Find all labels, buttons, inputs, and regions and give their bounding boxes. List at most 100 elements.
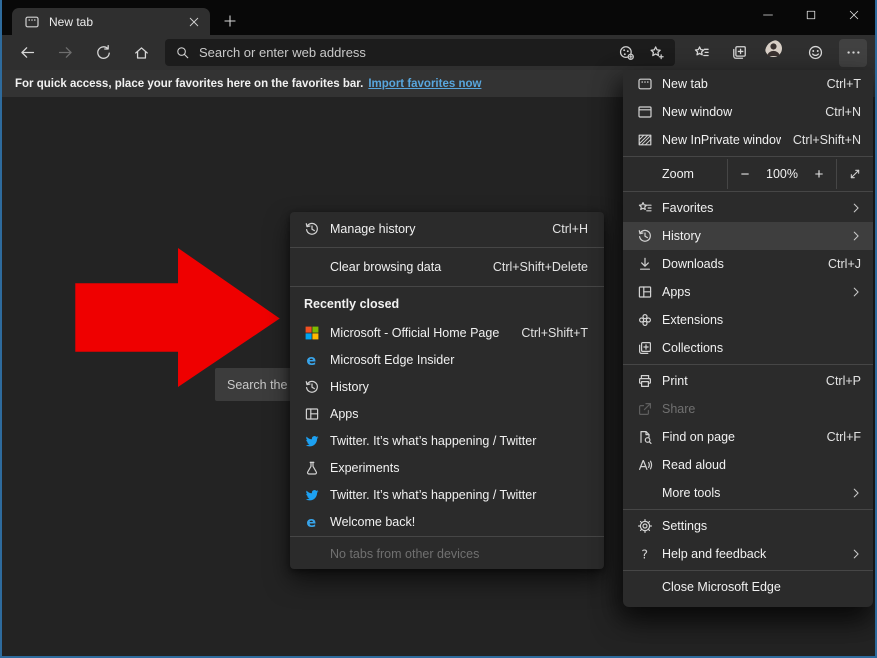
extensions-icon-slot — [637, 312, 653, 328]
menu-item-no-tabs-from-other-devices: No tabs from other devices — [290, 538, 604, 569]
menu-item-label: Microsoft Edge Insider — [330, 353, 588, 367]
help-icon: ? — [637, 546, 653, 562]
menu-item-close-microsoft-edge[interactable]: Close Microsoft Edge — [623, 573, 873, 601]
find-on-page-icon — [637, 429, 653, 445]
menu-item-clear-browsing-data[interactable]: Clear browsing dataCtrl+Shift+Delete — [290, 249, 604, 285]
fullscreen-button[interactable] — [837, 159, 873, 189]
menu-item-zoom: Zoom−100%+ — [623, 159, 873, 189]
home-icon — [133, 44, 150, 61]
menu-item-shortcut: Ctrl+Shift+N — [793, 133, 861, 147]
new-tab-button[interactable] — [220, 11, 240, 31]
menu-item-print[interactable]: PrintCtrl+P — [623, 367, 873, 395]
maximize-button[interactable] — [789, 0, 832, 30]
tab-close-icon[interactable] — [186, 14, 202, 30]
section-header-label: Recently closed — [304, 297, 399, 311]
section-header-recently-closed: Recently closed — [290, 288, 604, 319]
menu-item-shortcut: Ctrl+Shift+T — [521, 326, 588, 340]
zoom-in-button[interactable]: + — [802, 159, 836, 189]
chevron-right-icon — [849, 547, 863, 561]
twitter-icon — [304, 487, 320, 503]
favorites-button[interactable] — [687, 39, 715, 67]
zoom-out-button[interactable]: − — [728, 159, 762, 189]
inprivate-icon-slot — [637, 132, 653, 148]
tracking-prevention-icon[interactable] — [618, 44, 635, 61]
edge-logo-icon-slot: e — [304, 514, 320, 530]
menu-item-new-window[interactable]: New windowCtrl+N — [623, 98, 873, 126]
menu-item-apps[interactable]: Apps — [290, 400, 604, 427]
chevron-right-icon — [849, 285, 863, 299]
menu-separator — [623, 156, 873, 157]
minimize-button[interactable] — [746, 0, 789, 30]
menu-item-help-and-feedback[interactable]: ?Help and feedback — [623, 540, 873, 568]
settings-icon-slot — [637, 518, 653, 534]
search-icon — [175, 45, 190, 60]
menu-item-new-inprivate-window[interactable]: New InPrivate windowCtrl+Shift+N — [623, 126, 873, 154]
ms-logo-icon — [304, 325, 320, 341]
zoom-level: 100% — [762, 159, 802, 189]
collections-button[interactable] — [725, 39, 753, 67]
menu-item-extensions[interactable]: Extensions — [623, 306, 873, 334]
menu-item-more-tools[interactable]: More tools — [623, 479, 873, 507]
menu-item-favorites[interactable]: Favorites — [623, 194, 873, 222]
menu-item-history[interactable]: History — [290, 373, 604, 400]
menu-item-history[interactable]: History — [623, 222, 873, 250]
menu-item-settings[interactable]: Settings — [623, 512, 873, 540]
apps-icon — [637, 284, 653, 300]
menu-item-twitter-it-s-what-s-happening-twitter[interactable]: Twitter. It’s what’s happening / Twitter — [290, 427, 604, 454]
refresh-button[interactable] — [89, 39, 117, 67]
share-icon-slot — [637, 401, 653, 417]
address-bar[interactable]: Search or enter web address — [165, 39, 675, 66]
menu-item-label: Share — [662, 402, 861, 416]
menu-item-microsoft-official-home-page[interactable]: Microsoft - Official Home PageCtrl+Shift… — [290, 319, 604, 346]
menu-item-new-tab[interactable]: New tab Ctrl+T — [623, 70, 873, 98]
menu-item-downloads[interactable]: DownloadsCtrl+J — [623, 250, 873, 278]
menu-item-twitter-it-s-what-s-happening-twitter[interactable]: Twitter. It’s what’s happening / Twitter — [290, 481, 604, 508]
zoom-label: Zoom — [623, 159, 727, 189]
back-button[interactable] — [13, 39, 41, 67]
feedback-smiley-button[interactable] — [801, 39, 829, 67]
icon-spacer — [304, 259, 320, 275]
menu-item-collections[interactable]: Collections — [623, 334, 873, 362]
settings-and-more-button[interactable] — [839, 39, 867, 67]
menu-item-microsoft-edge-insider[interactable]: eMicrosoft Edge Insider — [290, 346, 604, 373]
menu-item-label: Apps — [662, 285, 849, 299]
tab-new-tab[interactable]: New tab — [12, 8, 210, 35]
find-on-page-icon-slot — [637, 429, 653, 445]
history-icon-slot — [304, 221, 320, 237]
close-x-icon — [188, 16, 200, 28]
menu-item-apps[interactable]: Apps — [623, 278, 873, 306]
apps-icon-slot — [304, 406, 320, 422]
menu-item-welcome-back[interactable]: eWelcome back! — [290, 508, 604, 535]
import-favorites-link[interactable]: Import favorites now — [368, 78, 481, 90]
menu-item-experiments[interactable]: Experiments — [290, 454, 604, 481]
menu-item-manage-history[interactable]: Manage history Ctrl+H — [290, 212, 604, 246]
tab-title: New tab — [49, 15, 186, 29]
new-window-icon — [637, 104, 653, 120]
apps-icon-slot — [637, 284, 653, 300]
menu-item-read-aloud[interactable]: Read aloud — [623, 451, 873, 479]
icon-spacer — [637, 579, 653, 595]
menu-item-shortcut: Ctrl+T — [827, 77, 861, 91]
menu-item-label: Manage history — [330, 222, 540, 236]
add-favorite-star-icon[interactable] — [648, 44, 665, 61]
menu-item-find-on-page[interactable]: Find on pageCtrl+F — [623, 423, 873, 451]
win-max-icon — [805, 9, 817, 21]
chevron-right-icon — [849, 201, 863, 215]
profile-avatar[interactable] — [763, 39, 791, 67]
menu-separator — [290, 286, 604, 287]
plus-icon — [223, 14, 237, 28]
forward-icon — [57, 44, 74, 61]
address-input-placeholder[interactable]: Search or enter web address — [199, 45, 605, 60]
menu-item-label: Twitter. It’s what’s happening / Twitter — [330, 434, 588, 448]
menu-item-label: New tab — [662, 77, 815, 91]
menu-item-shortcut: Ctrl+P — [826, 374, 861, 388]
home-button[interactable] — [127, 39, 155, 67]
settings-icon — [637, 518, 653, 534]
close-window-button[interactable] — [832, 0, 875, 30]
print-icon-slot — [637, 373, 653, 389]
menu-item-shortcut: Ctrl+H — [552, 222, 588, 236]
forward-button[interactable] — [51, 39, 79, 67]
collections-icon-slot — [637, 340, 653, 356]
chevron-right-icon-slot — [849, 486, 863, 500]
inprivate-icon — [637, 132, 653, 148]
